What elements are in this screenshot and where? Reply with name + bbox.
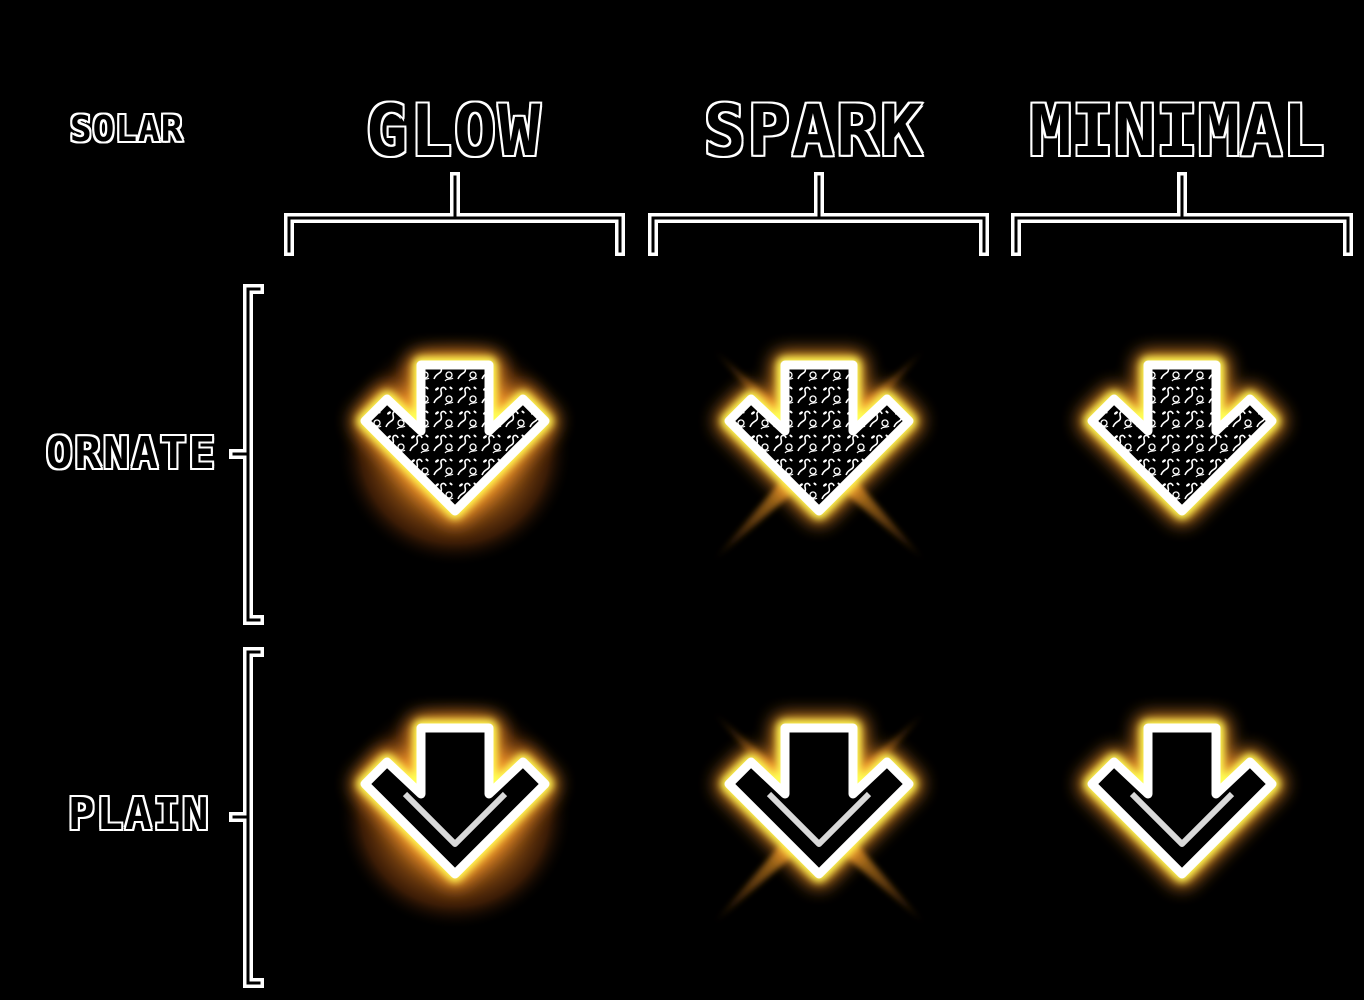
down-arrow-icon	[337, 694, 573, 930]
down-arrow-icon	[712, 711, 926, 925]
arrow-body	[1092, 728, 1272, 874]
down-arrow-icon	[337, 331, 573, 567]
arrow-body	[1092, 365, 1272, 511]
down-arrow-icon	[1079, 715, 1285, 887]
down-arrow-icon	[712, 348, 926, 562]
arrow-grid	[337, 331, 1285, 930]
down-arrow-icon	[1079, 352, 1285, 524]
